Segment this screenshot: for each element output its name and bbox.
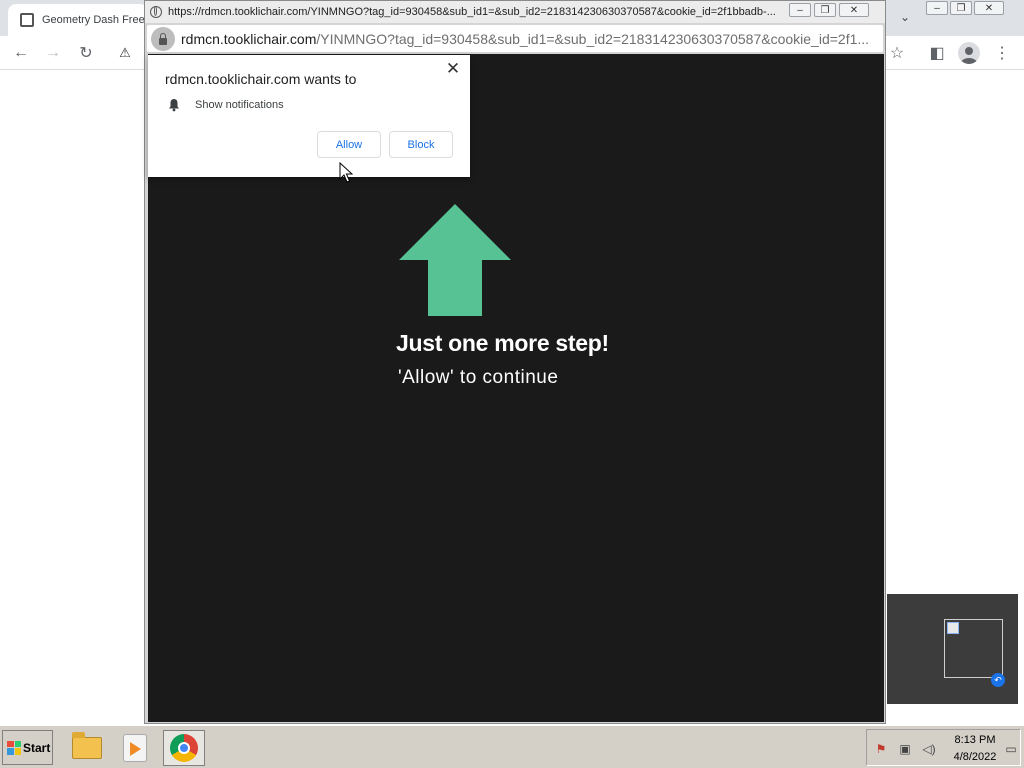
side-panel: ↶ [887, 594, 1018, 704]
restore-button[interactable]: ❐ [950, 1, 972, 15]
action-center-icon[interactable]: ⚑ [873, 741, 889, 757]
bell-icon [169, 99, 179, 112]
reload-icon[interactable]: ↻ [77, 44, 95, 62]
show-desktop-icon[interactable]: ▭ [1003, 741, 1019, 757]
prompt-title: rdmcn.tooklichair.com wants to [165, 71, 357, 87]
back-icon[interactable]: ← [12, 44, 30, 62]
taskbar-media-player[interactable] [114, 730, 156, 766]
page-headline: Just one more step! [396, 330, 609, 356]
media-player-icon [123, 734, 147, 762]
popup-title-url: https://rdmcn.tooklichair.com/YINMNGO?ta… [168, 6, 776, 18]
arrow-up-icon [399, 204, 511, 316]
windows-logo-icon [7, 740, 21, 755]
close-icon[interactable]: ✕ [444, 59, 462, 78]
reply-arrow-icon[interactable]: ↶ [991, 673, 1005, 687]
permission-label: Show notifications [195, 99, 284, 111]
close-button[interactable]: ✕ [974, 1, 1004, 15]
broken-image-icon[interactable] [944, 619, 1003, 678]
tab-search-chevron-icon[interactable]: ⌄ [896, 8, 914, 26]
taskbar-chrome[interactable] [163, 730, 205, 766]
background-tab[interactable]: Geometry Dash Free [8, 4, 148, 36]
star-icon[interactable]: ☆ [888, 44, 906, 62]
start-button[interactable]: Start [2, 730, 53, 765]
warning-icon[interactable]: ⚠ [116, 44, 134, 62]
profile-icon[interactable] [958, 42, 980, 64]
popup-window-controls: – ❐ ✕ [789, 3, 869, 17]
popup-close-button[interactable]: ✕ [839, 3, 869, 17]
popup-address-bar[interactable]: rdmcn.tooklichair.com/YINMNGO?tag_id=930… [147, 25, 883, 52]
block-button[interactable]: Block [389, 131, 453, 158]
sidebar-icon[interactable]: ◧ [928, 44, 946, 62]
system-tray: ⚑ ▣ ◁) 8:13 PM 4/8/2022 ▭ [866, 729, 1021, 766]
clock-time[interactable]: 8:13 PM [951, 734, 999, 746]
menu-icon[interactable]: ⋮ [993, 44, 1011, 62]
address-path: /YINMNGO?tag_id=930458&sub_id1=&sub_id2=… [316, 30, 870, 47]
tab-favicon-icon [20, 13, 34, 27]
background-tab-title: Geometry Dash Free [42, 14, 145, 26]
lock-icon[interactable] [151, 26, 175, 51]
chrome-icon [170, 734, 198, 762]
globe-icon [150, 6, 162, 18]
forward-icon[interactable]: → [44, 44, 62, 62]
page-subline: 'Allow' to continue [398, 367, 559, 388]
popup-restore-button[interactable]: ❐ [814, 3, 836, 17]
taskbar: Start ⚑ ▣ ◁) 8:13 PM 4/8/2022 ▭ [0, 725, 1024, 768]
start-label: Start [23, 740, 51, 755]
background-window-controls: – ❐ ✕ [926, 1, 1004, 15]
allow-button[interactable]: Allow [317, 131, 381, 158]
volume-icon[interactable]: ◁) [921, 741, 937, 757]
notification-permission-prompt: rdmcn.tooklichair.com wants to ✕ Show no… [148, 55, 470, 177]
folder-icon [72, 732, 102, 759]
clock-date[interactable]: 4/8/2022 [951, 751, 999, 763]
popup-minimize-button[interactable]: – [789, 3, 811, 17]
mouse-cursor-icon [339, 162, 353, 183]
network-icon[interactable]: ▣ [897, 741, 913, 757]
address-host: rdmcn.tooklichair.com [181, 30, 317, 47]
taskbar-explorer[interactable] [66, 730, 108, 766]
minimize-button[interactable]: – [926, 1, 948, 15]
popup-titlebar: https://rdmcn.tooklichair.com/YINMNGO?ta… [145, 1, 885, 23]
